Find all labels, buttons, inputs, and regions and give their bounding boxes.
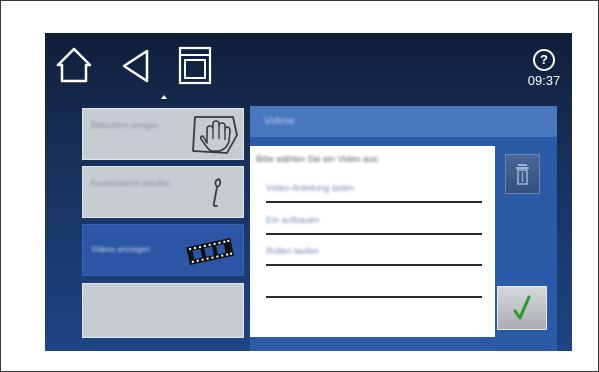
clock: 09:37 bbox=[527, 73, 561, 88]
oven-display: ? 09:37 Bildschirm reinigen Kundendienst… bbox=[45, 33, 572, 351]
video-option-label: Rollen laufen bbox=[266, 246, 319, 256]
trash-icon bbox=[516, 164, 529, 185]
menu-item-label: Videos anzeigen bbox=[91, 245, 151, 254]
menu-item-show-videos[interactable]: Videos anzeigen bbox=[82, 224, 244, 276]
list-title: Bitte wählen Sie ein Video aus: bbox=[256, 154, 380, 164]
delete-button[interactable] bbox=[505, 154, 540, 194]
video-option[interactable]: Ein aufbauen bbox=[266, 215, 482, 235]
divider bbox=[266, 296, 482, 298]
menu-item-clean-screen[interactable]: Bildschirm reinigen bbox=[82, 108, 244, 160]
video-option-label: Video-Anleitung laden bbox=[266, 183, 354, 193]
menu-item-call-service[interactable]: Kundendienst anrufen bbox=[82, 166, 244, 218]
panel-header: Videos bbox=[250, 106, 557, 137]
video-list: Bitte wählen Sie ein Video aus: Video-An… bbox=[250, 146, 495, 337]
oven-icon[interactable] bbox=[177, 46, 213, 86]
film-strip-icon bbox=[185, 237, 235, 270]
panel-title: Videos bbox=[264, 116, 295, 127]
video-option[interactable]: Video-Anleitung laden bbox=[266, 183, 482, 203]
back-icon[interactable] bbox=[120, 48, 152, 84]
top-bar: ? 09:37 bbox=[45, 33, 572, 103]
video-option-label: Ein aufbauen bbox=[266, 215, 320, 225]
current-page-marker bbox=[161, 95, 167, 99]
menu-item-label: Bildschirm reinigen bbox=[91, 121, 159, 130]
menu-item-empty[interactable] bbox=[82, 283, 244, 338]
hand-wipe-icon bbox=[189, 113, 239, 162]
help-icon[interactable]: ? bbox=[533, 49, 555, 71]
menu-item-label: Kundendienst anrufen bbox=[91, 179, 170, 188]
divider bbox=[266, 201, 482, 203]
confirm-button[interactable] bbox=[497, 286, 547, 330]
video-option[interactable] bbox=[266, 278, 482, 298]
checkmark-icon bbox=[513, 295, 531, 320]
video-option[interactable]: Rollen laufen bbox=[266, 246, 482, 266]
divider bbox=[266, 264, 482, 266]
wrench-icon bbox=[209, 177, 225, 214]
home-icon[interactable] bbox=[55, 45, 93, 85]
divider bbox=[266, 233, 482, 235]
help-clock-group: ? 09:37 bbox=[524, 49, 564, 88]
